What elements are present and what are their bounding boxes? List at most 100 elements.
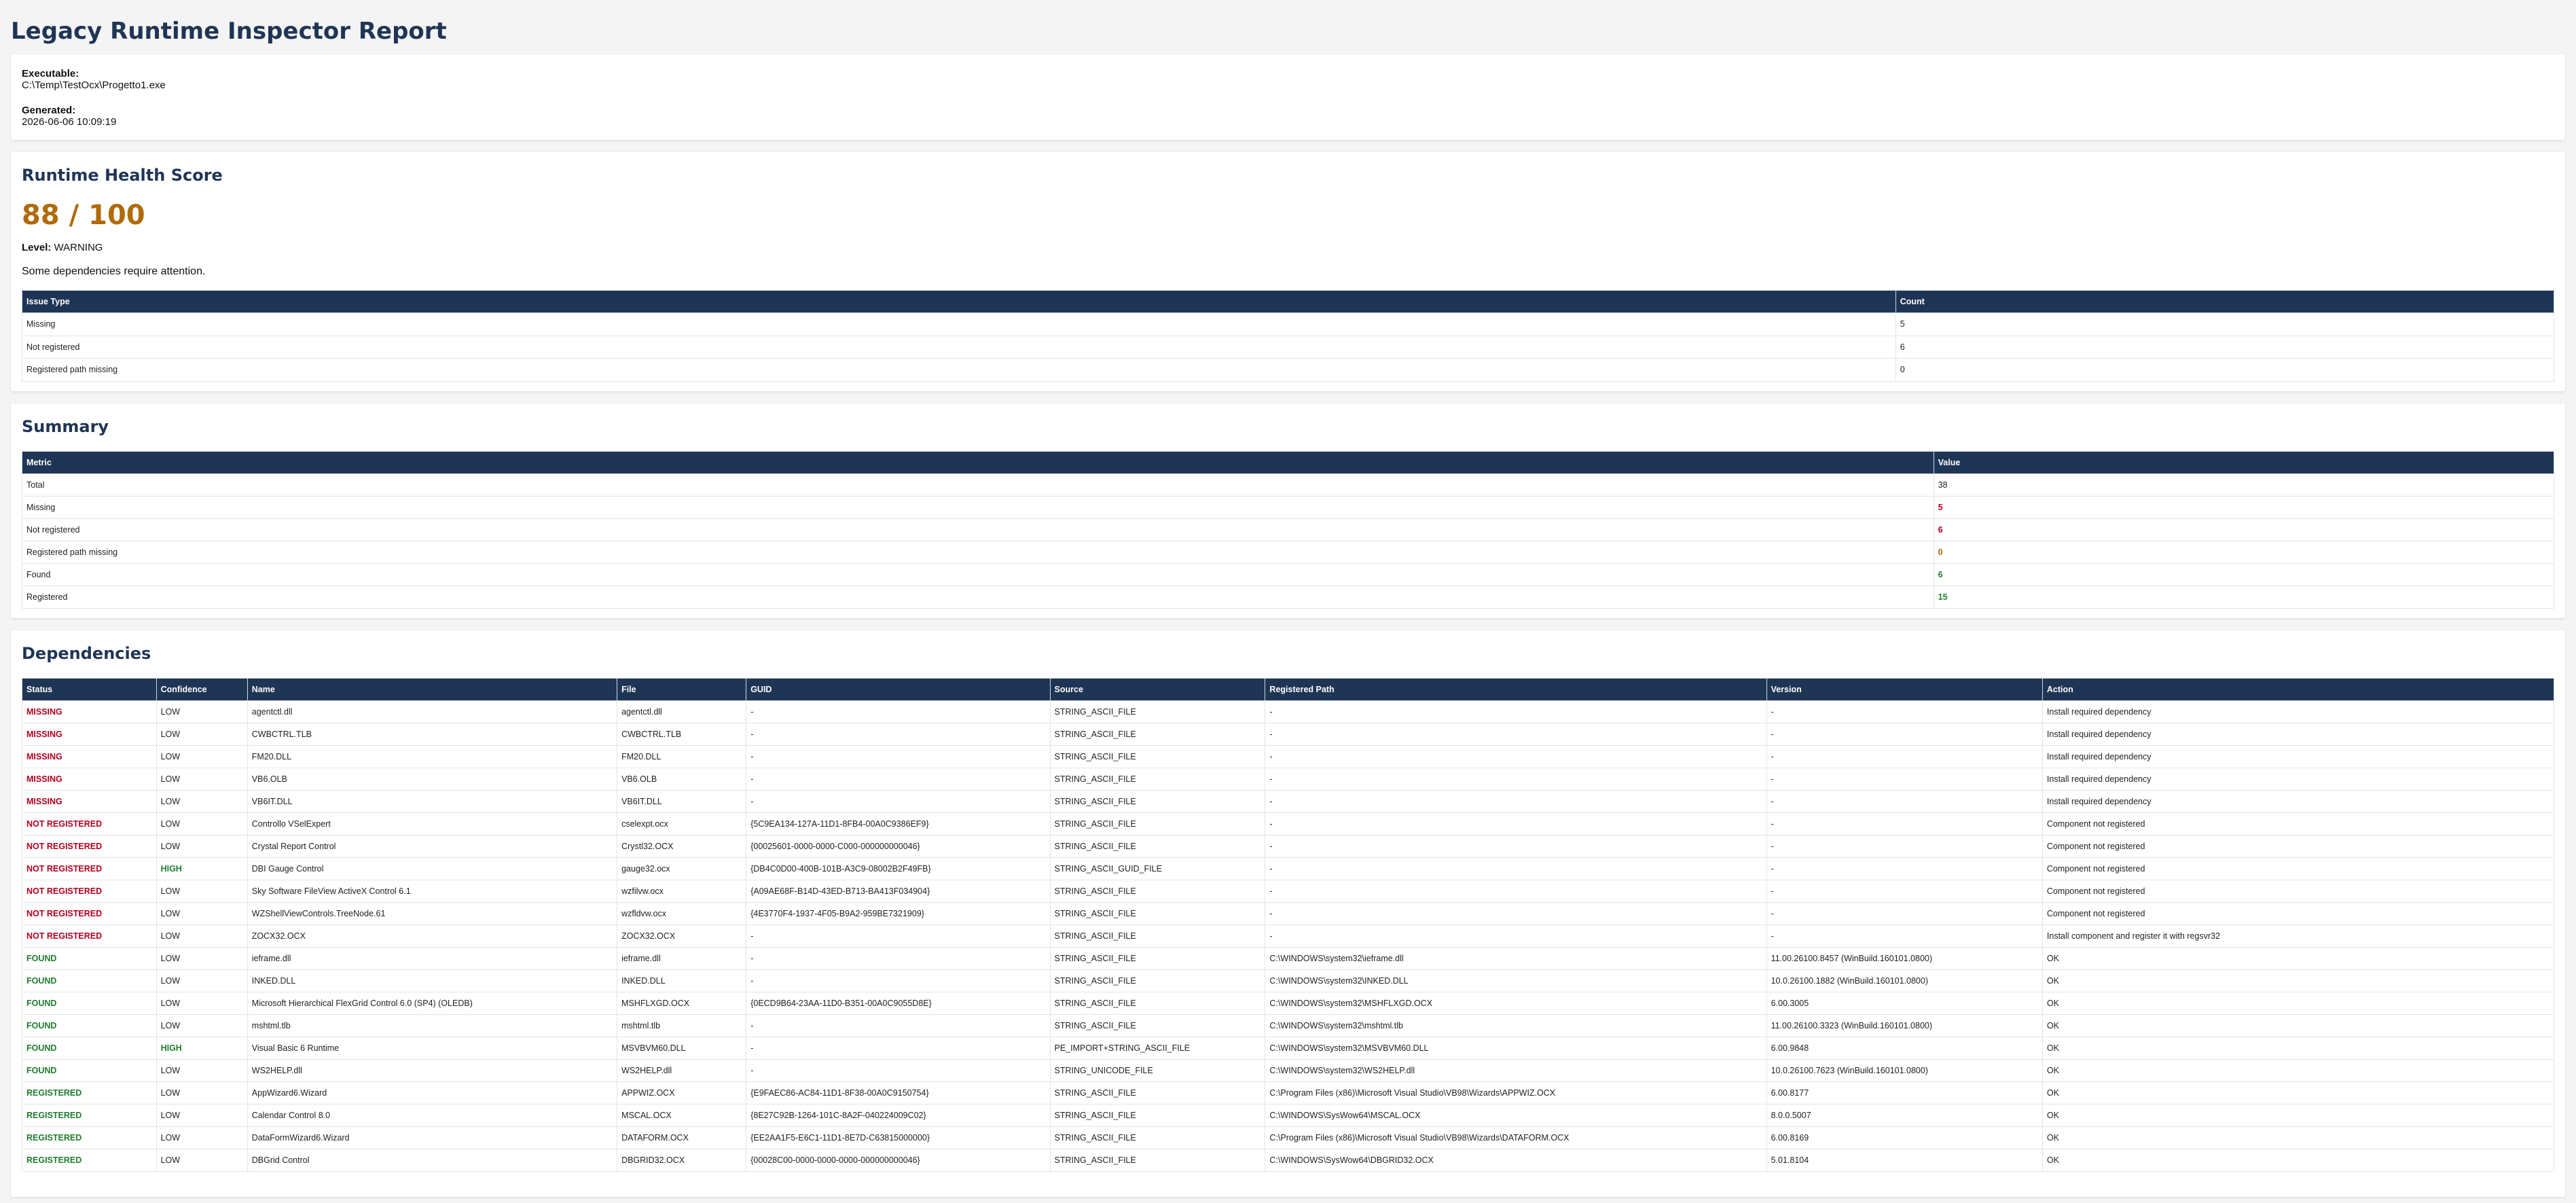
table-cell: 6 [1933, 518, 2555, 541]
health-table: Issue Type Count Missing 5 Not registere… [22, 290, 2555, 382]
status-cell: NOT REGISTERED [22, 924, 157, 948]
summary-heading: Summary [22, 416, 109, 436]
table-cell: Install component and register it with r… [2042, 924, 2555, 948]
table-cell: Found [22, 562, 1934, 586]
table-cell: Sky Software FileView ActiveX Control 6.… [247, 879, 618, 903]
table-cell: VB6.OLB [617, 767, 747, 791]
table-cell: WS2HELP.dll [247, 1058, 618, 1082]
confidence-cell: HIGH [156, 1036, 248, 1060]
table-cell: Not registered [22, 518, 1934, 541]
table-cell: - [1265, 767, 1767, 791]
table-cell: Missing [22, 495, 1934, 519]
table-row: MISSING LOW VB6.OLB VB6.OLB - STRING_ASCII_FI… [22, 767, 2555, 791]
table-cell: APPWIZ.OCX [617, 1081, 747, 1105]
confidence-cell: LOW [156, 1081, 248, 1105]
table-cell: - [1265, 901, 1767, 925]
health-table-header: Issue Type Count [22, 290, 2555, 313]
table-cell: OK [2042, 1058, 2555, 1082]
dependencies-card: Dependencies Status Confidence Name File… [11, 630, 2565, 1197]
column-header: Source [1049, 677, 1266, 701]
table-row: Not registered 6 [22, 335, 2555, 359]
confidence-cell: LOW [156, 789, 248, 813]
status-cell: FOUND [22, 1036, 157, 1060]
table-cell: wzfldvw.ocx [617, 901, 747, 925]
table-cell: Crystl32.OCX [617, 834, 747, 858]
column-header: Value [1933, 450, 2555, 474]
status-cell: FOUND [22, 991, 157, 1015]
table-cell: STRING_ASCII_FILE [1049, 969, 1266, 992]
table-row: REGISTERED LOW DataFormWizard6.Wizard DATAF… [22, 1126, 2555, 1149]
table-cell: ieframe.dll [247, 946, 618, 970]
dependencies-heading: Dependencies [22, 643, 151, 663]
table-cell: STRING_UNICODE_FILE [1049, 1058, 1266, 1082]
table-cell: gauge32.ocx [617, 857, 747, 880]
table-cell: C:\WINDOWS\system32\MSHFLXGD.OCX [1265, 991, 1767, 1015]
table-cell: MSHFLXGD.OCX [617, 991, 747, 1015]
table-cell: 0 [1895, 358, 2555, 382]
table-cell: 6.00.8177 [1766, 1081, 2043, 1105]
health-card: Runtime Health Score 88 / 100 Level: WAR… [11, 152, 2565, 391]
table-cell: Visual Basic 6 Runtime [247, 1036, 618, 1060]
confidence-cell: LOW [156, 722, 248, 746]
status-cell: MISSING [22, 722, 157, 746]
table-row: Registered path missing 0 [22, 358, 2555, 382]
table-cell: - [1265, 722, 1767, 746]
table-cell: Component not registered [2042, 812, 2555, 836]
table-cell: Controllo VSelExpert [247, 812, 618, 836]
table-cell: DBGRID32.OCX [617, 1148, 747, 1172]
meta-card: Executable: C:\Temp\TestOcx\Progetto1.ex… [11, 54, 2565, 140]
table-cell: VB6IT.DLL [247, 789, 618, 813]
table-cell: Registered path missing [22, 358, 1896, 382]
table-cell: STRING_ASCII_FILE [1049, 879, 1266, 903]
table-cell: STRING_ASCII_FILE [1049, 1126, 1266, 1149]
table-cell: C:\WINDOWS\system32\ieframe.dll [1265, 946, 1767, 970]
table-row: FOUND LOW WS2HELP.dll WS2HELP.dll - STRING_UN… [22, 1058, 2555, 1082]
table-cell: 5 [1895, 312, 2555, 336]
table-cell: STRING_ASCII_GUID_FILE [1049, 857, 1266, 880]
table-cell: STRING_ASCII_FILE [1049, 744, 1266, 768]
column-header: Metric [22, 450, 1934, 474]
table-row: NOT REGISTERED LOW Crystal Report Control C… [22, 834, 2555, 858]
status-cell: NOT REGISTERED [22, 812, 157, 836]
confidence-cell: LOW [156, 991, 248, 1015]
table-cell: - [1265, 924, 1767, 948]
table-cell: - [746, 946, 1051, 970]
executable-label: Executable: [22, 68, 79, 79]
table-cell: Registered path missing [22, 540, 1934, 564]
table-cell: Install required dependency [2042, 767, 2555, 791]
table-cell: wzfilvw.ocx [617, 879, 747, 903]
table-cell: agentctl.dll [247, 700, 618, 723]
table-cell: STRING_ASCII_FILE [1049, 789, 1266, 813]
table-cell: 6 [1895, 335, 2555, 359]
health-level-value: WARNING [54, 242, 103, 253]
table-cell: 5 [1933, 495, 2555, 519]
health-level: Level: WARNING [22, 242, 2554, 253]
table-cell: {8E27C92B-1264-101C-8A2F-040224009C02} [746, 1103, 1051, 1127]
table-row: NOT REGISTERED LOW WZShellViewControls.Tre… [22, 901, 2555, 925]
table-row: Registered path missing 0 [22, 540, 2555, 564]
column-header: Confidence [156, 677, 248, 701]
table-cell: 6.00.3005 [1766, 991, 2043, 1015]
health-level-label: Level: [22, 242, 52, 253]
table-cell: STRING_ASCII_FILE [1049, 901, 1266, 925]
dependencies-table-header: Status Confidence Name File GUID Source … [22, 677, 2555, 701]
table-cell: C:\Program Files (x86)\Microsoft Visual … [1265, 1081, 1767, 1105]
confidence-cell: LOW [156, 744, 248, 768]
table-cell: Install required dependency [2042, 722, 2555, 746]
summary-card: Summary Metric Value Total 38 Missing 5 … [11, 403, 2565, 618]
table-row: FOUND HIGH Visual Basic 6 Runtime MSVBVM60.… [22, 1036, 2555, 1060]
column-header: GUID [746, 677, 1051, 701]
table-cell: VB6IT.DLL [617, 789, 747, 813]
table-cell: STRING_ASCII_FILE [1049, 946, 1266, 970]
table-cell: - [1766, 700, 2043, 723]
table-cell: - [746, 1036, 1051, 1060]
table-cell: - [1766, 924, 2043, 948]
confidence-cell: LOW [156, 1126, 248, 1149]
table-cell: C:\Program Files (x86)\Microsoft Visual … [1265, 1126, 1767, 1149]
table-cell: OK [2042, 946, 2555, 970]
confidence-cell: LOW [156, 834, 248, 858]
table-cell: - [1766, 879, 2043, 903]
table-cell: - [746, 1058, 1051, 1082]
table-row: REGISTERED LOW DBGrid Control DBGRID32.OCX{… [22, 1148, 2555, 1172]
table-cell: - [1265, 879, 1767, 903]
